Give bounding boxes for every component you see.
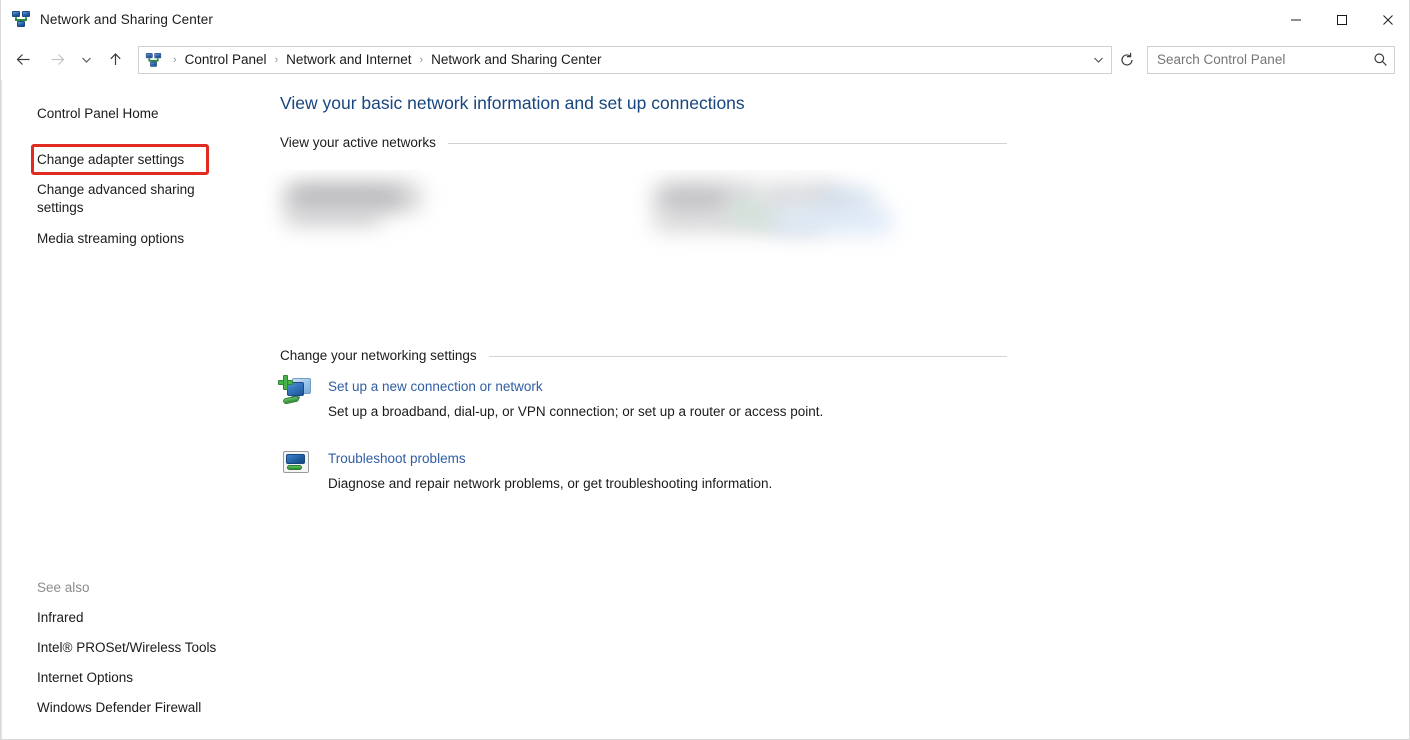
- network-icon: [145, 51, 162, 68]
- task-description: Diagnose and repair network problems, or…: [328, 476, 773, 491]
- up-arrow-icon[interactable]: [101, 45, 129, 75]
- title-bar: Network and Sharing Center: [1, 0, 1409, 39]
- section-view-active-networks: View your active networks: [280, 134, 1007, 152]
- search-icon[interactable]: [1366, 52, 1394, 67]
- page-title: View your basic network information and …: [280, 93, 745, 113]
- task-description: Set up a broadband, dial-up, or VPN conn…: [328, 404, 824, 419]
- task-link-set-up-new-connection[interactable]: Set up a new connection or network: [328, 378, 543, 396]
- control-panel-window: Network and Sharing Center › Control Pan…: [0, 0, 1410, 740]
- section-label: Change your networking settings: [280, 348, 477, 363]
- content-area: Control Panel Home Change adapter settin…: [1, 80, 1409, 739]
- section-change-networking-settings: Change your networking settings: [280, 347, 1007, 365]
- task-link-troubleshoot-problems[interactable]: Troubleshoot problems: [328, 450, 466, 468]
- section-divider: [447, 142, 1007, 144]
- close-button[interactable]: [1365, 0, 1409, 39]
- active-networks-redacted-region: [261, 170, 941, 290]
- back-arrow-icon[interactable]: [9, 45, 37, 75]
- see-also-label: See also: [37, 580, 90, 595]
- sidebar-item-media-streaming-options[interactable]: Media streaming options: [37, 230, 184, 248]
- breadcrumb-item-network-and-internet[interactable]: Network and Internet: [283, 50, 414, 70]
- sidebar-item-change-adapter-settings[interactable]: Change adapter settings: [37, 151, 184, 169]
- window-controls: [1273, 0, 1409, 39]
- address-bar[interactable]: › Control Panel › Network and Internet ›…: [138, 45, 1112, 74]
- sidebar: Control Panel Home Change adapter settin…: [1, 80, 261, 739]
- minimize-button[interactable]: [1273, 0, 1319, 39]
- breadcrumb-item-control-panel[interactable]: Control Panel: [182, 50, 270, 70]
- network-icon: [11, 10, 31, 30]
- window-title: Network and Sharing Center: [40, 11, 213, 27]
- search-box[interactable]: [1147, 45, 1395, 74]
- sidebar-item-change-advanced-sharing-settings[interactable]: Change advanced sharing settings: [37, 181, 223, 217]
- sidebar-item-internet-options[interactable]: Internet Options: [37, 669, 133, 687]
- section-label: View your active networks: [280, 135, 436, 150]
- troubleshoot-icon: [280, 447, 312, 479]
- sidebar-item-intel-proset-wireless-tools[interactable]: Intel® PROSet/Wireless Tools: [37, 639, 216, 657]
- refresh-icon[interactable]: [1113, 45, 1141, 75]
- section-divider: [488, 355, 1007, 357]
- navigation-bar: › Control Panel › Network and Internet ›…: [1, 39, 1409, 80]
- main-panel: View your basic network information and …: [261, 80, 1409, 739]
- chevron-down-icon[interactable]: [75, 45, 97, 75]
- breadcrumb-item-network-and-sharing-center[interactable]: Network and Sharing Center: [428, 50, 604, 70]
- search-input[interactable]: [1157, 52, 1366, 67]
- sidebar-item-windows-defender-firewall[interactable]: Windows Defender Firewall: [37, 699, 201, 717]
- breadcrumb-separator: ›: [419, 53, 424, 66]
- maximize-button[interactable]: [1319, 0, 1365, 39]
- chevron-down-icon[interactable]: [1085, 47, 1111, 73]
- breadcrumb: › Control Panel › Network and Internet ›…: [168, 50, 1085, 70]
- sidebar-item-infrared[interactable]: Infrared: [37, 609, 84, 627]
- breadcrumb-separator: ›: [173, 53, 177, 66]
- forward-arrow-icon: [43, 45, 71, 75]
- new-connection-icon: [278, 375, 312, 407]
- breadcrumb-separator: ›: [274, 53, 279, 66]
- sidebar-item-control-panel-home[interactable]: Control Panel Home: [37, 105, 159, 123]
